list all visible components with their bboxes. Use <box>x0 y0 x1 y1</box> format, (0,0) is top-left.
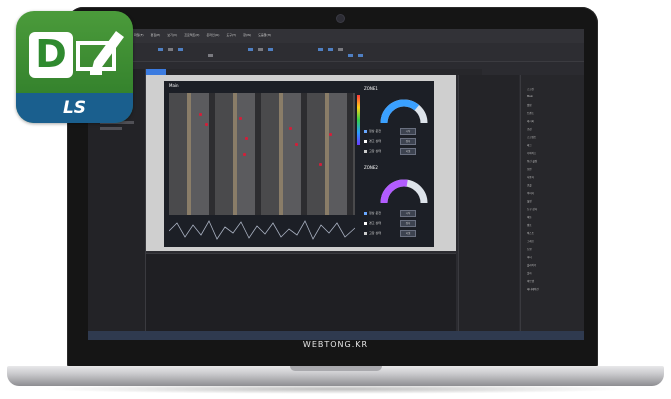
menu-item[interactable]: 도움말(H) <box>258 33 271 37</box>
terminal-marker <box>205 123 208 126</box>
tree-item[interactable]: 알람 <box>527 103 532 107</box>
terminal-marker <box>329 133 332 136</box>
tree-item[interactable]: 태그 <box>527 143 532 147</box>
tree-item[interactable]: 사용자 <box>527 175 534 179</box>
tree-item[interactable]: 슬라이더 <box>527 263 536 267</box>
tree-item[interactable]: 디바이스 <box>527 151 536 155</box>
terminal-marker <box>239 117 242 120</box>
legend-item: 정상 운전 <box>364 129 381 133</box>
toolbar-button[interactable] <box>268 48 273 51</box>
toolbar-button[interactable] <box>248 48 253 51</box>
app-screen: 파일(F) 편집(E) 보기(V) 프로젝트(P) 온라인(O) 도구(T) 창(W) 도움말… <box>88 29 584 340</box>
tree-item[interactable]: 텍스트 <box>527 231 534 235</box>
toolbar-button[interactable] <box>258 48 263 51</box>
laptop-notch <box>290 366 382 371</box>
zone2-reset-button[interactable]: 리셋 <box>400 230 416 237</box>
zone1-stop-button[interactable]: 정지 <box>400 138 416 145</box>
toolbar-button[interactable] <box>338 48 343 51</box>
menu-item[interactable]: 창(W) <box>243 33 251 37</box>
menu-item[interactable]: 온라인(O) <box>206 33 219 37</box>
tree-item[interactable]: 숫자 <box>527 271 532 275</box>
tree-item[interactable]: 도형 <box>527 247 532 251</box>
legend-item: 고장 상태 <box>364 231 381 235</box>
terminal-marker <box>243 153 246 156</box>
tree-item[interactable]: 로깅 <box>527 127 532 131</box>
zone1-gauge <box>380 99 428 124</box>
tree-item[interactable]: 램프 <box>527 223 532 227</box>
toolbar <box>88 43 584 62</box>
company-mark: LS <box>62 98 87 118</box>
menu-item[interactable]: 프로젝트(P) <box>184 33 199 37</box>
tree-item[interactable]: 버튼 <box>527 215 532 219</box>
tree-item[interactable]: 레시피 <box>527 119 534 123</box>
toolbar-button[interactable] <box>328 48 333 51</box>
toolbar-button[interactable] <box>318 48 323 51</box>
zone1-label: ZONE1 <box>364 86 378 91</box>
legend-item: 정상 운전 <box>364 211 381 215</box>
legend-item: 경고 상태 <box>364 221 381 225</box>
menu-item[interactable]: 도구(T) <box>226 33 236 37</box>
menu-item[interactable]: 보기(V) <box>167 33 177 37</box>
tree-item[interactable]: 통신 설정 <box>527 159 537 163</box>
terminal-marker <box>199 113 202 116</box>
toolbar-button[interactable] <box>158 48 163 51</box>
toolbar-button[interactable] <box>178 48 183 51</box>
status-bar <box>88 331 584 340</box>
app-logo: D LS <box>16 11 133 123</box>
properties-panel <box>458 75 519 331</box>
tree-item[interactable]: 스크린 <box>527 87 534 91</box>
control-panel-photo <box>169 93 355 215</box>
zone1-reset-button[interactable]: 리셋 <box>400 148 416 155</box>
legend-item: 고장 상태 <box>364 149 381 153</box>
tree-item[interactable]: 비트맵 <box>527 279 534 283</box>
object-tree-panel: 스크린 Main 알람트렌드레시피로깅스크립트태그디바이스통신 설정보안사용자글꼴이… <box>520 75 584 331</box>
tree-item[interactable]: Main <box>527 95 533 98</box>
zone2-label: ZONE2 <box>364 165 378 170</box>
tree-item[interactable]: 글꼴 <box>527 183 532 187</box>
screen-title: Main <box>169 83 179 88</box>
terminal-marker <box>319 163 322 166</box>
tree-item[interactable]: 트렌드 <box>527 111 534 115</box>
tree-item[interactable]: 이미지 <box>527 191 534 195</box>
toolbar-button[interactable] <box>168 48 173 51</box>
tree-item[interactable]: 스크립트 <box>527 135 536 139</box>
menu-item[interactable]: 파일(F) <box>134 33 144 37</box>
terminal-marker <box>245 137 248 140</box>
zone2-gauge <box>380 179 428 204</box>
screen-editor-canvas[interactable]: Main ZONE1 정상 운전 경고 상태 고장 상태 시작 정지 리셋 ZO… <box>146 75 456 251</box>
menu-bar: 파일(F) 편집(E) 보기(V) 프로젝트(P) 온라인(O) 도구(T) 창(W) 도움말… <box>88 29 584 43</box>
logo-letter: D <box>35 32 67 76</box>
tree-item[interactable] <box>100 127 122 130</box>
tree-item[interactable]: 애니메이션 <box>527 287 539 291</box>
menu-items: 파일(F) 편집(E) 보기(V) 프로젝트(P) 온라인(O) 도구(T) 창(W) 도움말… <box>134 33 271 37</box>
webcam <box>337 15 344 22</box>
zone2-stop-button[interactable]: 정지 <box>400 220 416 227</box>
hmi-screen: Main ZONE1 정상 운전 경고 상태 고장 상태 시작 정지 리셋 ZO… <box>164 81 434 247</box>
legend-item: 경고 상태 <box>364 139 381 143</box>
zone1-start-button[interactable]: 시작 <box>400 128 416 135</box>
tree-item[interactable]: 도구 상자 <box>527 207 537 211</box>
tree-item[interactable]: 미터 <box>527 255 532 259</box>
trend-waveform <box>169 220 355 240</box>
toolbar-button[interactable] <box>208 54 213 57</box>
zone2-start-button[interactable]: 시작 <box>400 210 416 217</box>
pen-monitor-icon <box>76 31 124 75</box>
color-scale-bar <box>357 95 360 145</box>
toolbar-button[interactable] <box>358 54 363 57</box>
output-panel <box>146 253 456 332</box>
tree-item[interactable]: 설정 <box>527 199 532 203</box>
terminal-marker <box>295 143 298 146</box>
terminal-marker <box>289 127 292 130</box>
toolbar-button[interactable] <box>348 54 353 57</box>
tree-item[interactable]: 그래프 <box>527 239 534 243</box>
tree-item[interactable]: 보안 <box>527 167 532 171</box>
brand-text: WEBTONG.KR <box>302 340 369 349</box>
menu-item[interactable]: 편집(E) <box>151 33 161 37</box>
